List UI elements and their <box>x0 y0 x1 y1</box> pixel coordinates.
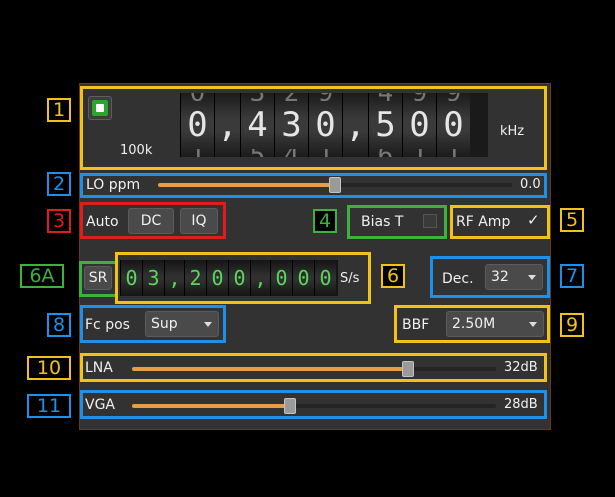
sample-rate-digit[interactable]: 0 <box>228 260 250 296</box>
annotation-label-4: 4 <box>313 209 337 233</box>
start-stop-button[interactable] <box>88 96 112 120</box>
rf-amp-checkbox[interactable]: ✓ <box>526 212 542 228</box>
frequency-unit: kHz <box>500 124 525 139</box>
frequency-digit[interactable]: 456 <box>368 93 402 157</box>
sample-rate-digit[interactable]: 3 <box>142 260 164 296</box>
frequency-separator: , <box>214 93 240 157</box>
lo-ppm-slider-handle[interactable] <box>329 177 341 193</box>
lna-gain-slider-fill <box>132 367 408 371</box>
lna-gain-slider[interactable] <box>132 361 496 377</box>
sample-rate-separator: , <box>250 260 270 296</box>
fc-pos-value: Sup <box>151 316 178 332</box>
decimation-label: Dec. <box>442 271 474 287</box>
lo-ppm-value: 0.0 <box>520 177 541 192</box>
lna-gain-slider-handle[interactable] <box>402 361 414 377</box>
decimation-select[interactable]: 32 <box>485 264 543 290</box>
frequency-dial[interactable]: 001 , 345 234 901 , 456 901 901 <box>180 93 488 157</box>
frequency-step-label: 100k <box>120 143 153 158</box>
vga-gain-label: VGA <box>85 397 116 413</box>
annotation-label-6a: 6A <box>20 264 64 288</box>
fc-pos-label: Fc pos <box>85 317 130 333</box>
chevron-down-icon <box>529 322 537 327</box>
lo-ppm-slider-fill <box>158 183 335 187</box>
lo-ppm-label: LO ppm <box>86 177 141 193</box>
sample-rate-button[interactable]: SR <box>84 266 112 290</box>
stop-square-icon <box>92 100 108 116</box>
lna-gain-value: 32dB <box>504 360 538 375</box>
annotation-label-2: 2 <box>47 172 71 196</box>
check-mark-icon: ✓ <box>527 211 540 229</box>
frequency-digit[interactable]: 901 <box>436 93 470 157</box>
bias-t-checkbox[interactable] <box>423 214 437 228</box>
fc-pos-select[interactable]: Sup <box>145 311 219 337</box>
annotation-label-6: 6 <box>381 264 405 288</box>
chevron-down-icon <box>528 275 536 280</box>
frequency-digit[interactable]: 901 <box>402 93 436 157</box>
bbf-label: BBF <box>402 317 430 333</box>
annotation-label-7: 7 <box>560 264 584 288</box>
vga-gain-slider-handle[interactable] <box>284 398 296 414</box>
bbf-value: 2.50M <box>452 316 496 332</box>
sample-rate-digit[interactable]: 0 <box>206 260 228 296</box>
annotation-label-3: 3 <box>47 209 71 233</box>
frequency-digit[interactable]: 234 <box>274 93 308 157</box>
vga-gain-slider-fill <box>132 404 290 408</box>
sample-rate-digit[interactable]: 0 <box>120 260 142 296</box>
auto-correction-label: Auto <box>86 214 119 230</box>
annotation-label-1: 1 <box>47 98 71 122</box>
annotation-label-9: 9 <box>560 313 584 337</box>
annotation-label-11: 11 <box>27 394 71 418</box>
frequency-digit[interactable]: 901 <box>308 93 342 157</box>
sample-rate-unit: S/s <box>340 271 360 286</box>
sample-rate-separator: , <box>164 260 184 296</box>
lo-ppm-slider[interactable] <box>158 177 512 193</box>
decimation-value: 32 <box>491 269 509 285</box>
lna-gain-label: LNA <box>85 360 113 376</box>
sample-rate-digit[interactable]: 2 <box>184 260 206 296</box>
annotation-label-8: 8 <box>47 313 71 337</box>
frequency-digit[interactable]: 001 <box>180 93 214 157</box>
sample-rate-digit[interactable]: 0 <box>314 260 336 296</box>
frequency-separator: , <box>342 93 368 157</box>
annotation-label-10: 10 <box>27 356 71 380</box>
bias-t-label: Bias T <box>361 214 404 230</box>
bbf-select[interactable]: 2.50M <box>446 311 544 337</box>
vga-gain-slider[interactable] <box>132 398 496 414</box>
iq-correction-button[interactable]: IQ <box>180 208 218 234</box>
dc-correction-button[interactable]: DC <box>128 208 174 234</box>
sample-rate-digit[interactable]: 0 <box>270 260 292 296</box>
annotation-label-5: 5 <box>560 208 584 232</box>
vga-gain-value: 28dB <box>504 397 538 412</box>
chevron-down-icon <box>204 322 212 327</box>
sample-rate-dial[interactable]: 0 3 , 2 0 0 , 0 0 0 <box>120 260 338 296</box>
frequency-digit[interactable]: 345 <box>240 93 274 157</box>
rf-amp-label: RF Amp <box>456 214 511 230</box>
sample-rate-digit[interactable]: 0 <box>292 260 314 296</box>
